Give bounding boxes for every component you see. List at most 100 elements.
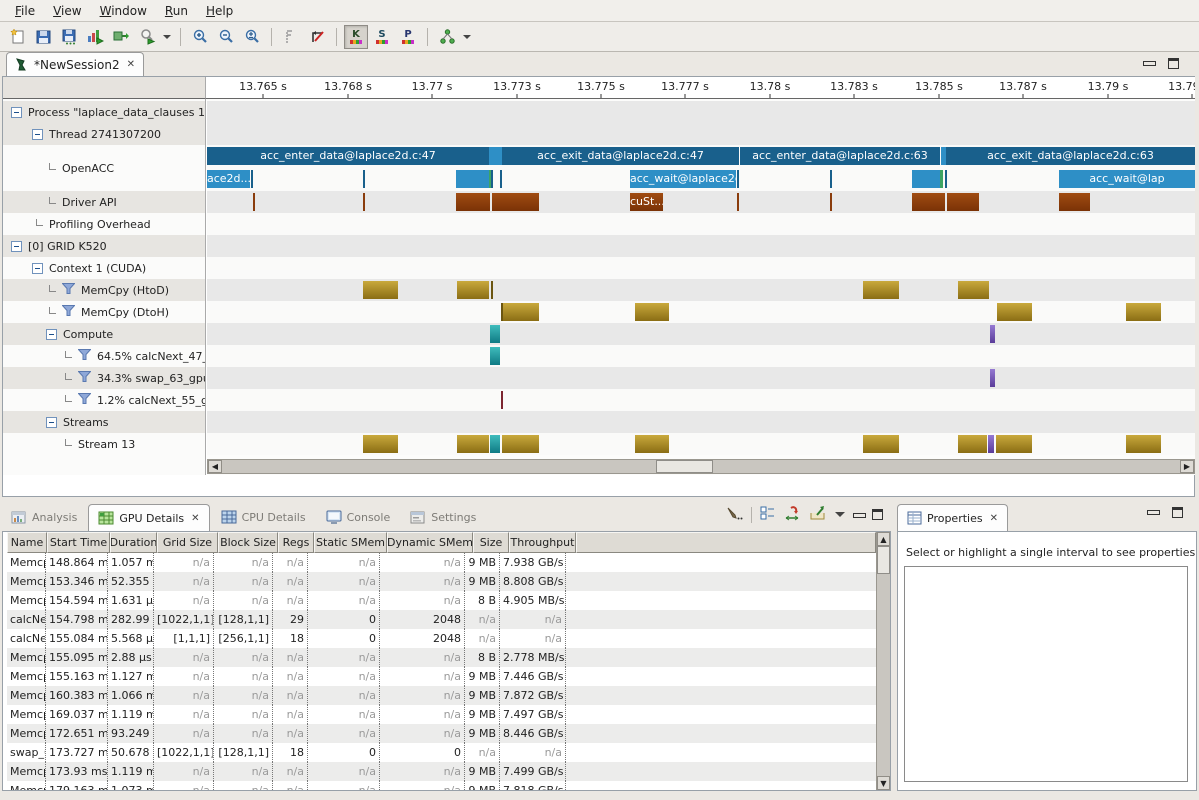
timeline-interval[interactable] <box>635 303 669 321</box>
collapse-icon[interactable] <box>11 107 22 118</box>
collapse-icon[interactable] <box>11 241 22 252</box>
menu-file[interactable]: File <box>6 2 44 20</box>
minimize-details-icon[interactable] <box>853 510 864 519</box>
table-row[interactable]: swap_6173.727 ms50.678 µs[1022,1,1][128,… <box>7 743 876 762</box>
timeline-interval[interactable] <box>990 325 995 343</box>
table-row[interactable]: Memcpy153.346 ms52.355 µsn/an/an/an/an/a… <box>7 572 876 591</box>
timeline-interval[interactable] <box>491 281 493 299</box>
timeline-hscrollbar[interactable]: ◀ ▶ <box>207 459 1195 474</box>
layout-icon[interactable] <box>760 505 776 524</box>
view-menu-caret-icon[interactable] <box>835 512 845 517</box>
timeline-interval[interactable] <box>830 193 832 211</box>
timeline-interval[interactable] <box>947 193 979 211</box>
timeline-interval[interactable] <box>737 193 739 211</box>
tree-row-openacc[interactable]: OpenACC <box>3 145 206 191</box>
tab-settings[interactable]: Settings <box>401 504 485 531</box>
table-row[interactable]: Memcpy179.163 ms1.073 msn/an/an/an/an/a9… <box>7 781 876 790</box>
timeline-interval[interactable] <box>912 193 945 211</box>
process-view-button[interactable]: P <box>396 25 420 49</box>
timeline-interval[interactable] <box>945 170 947 188</box>
timeline-interval[interactable] <box>491 170 493 188</box>
tree-row-compute[interactable]: Compute <box>3 323 206 345</box>
scroll-down-arrow[interactable]: ▼ <box>877 776 890 790</box>
timeline-interval[interactable] <box>635 435 669 453</box>
timeline-interval[interactable] <box>912 170 940 188</box>
tree-row-grid-k520[interactable]: [0] GRID K520 <box>3 235 206 257</box>
timeline-interval[interactable] <box>251 170 253 188</box>
filter-icon[interactable] <box>78 393 91 407</box>
timeline-interval[interactable] <box>490 435 500 453</box>
export-icon[interactable] <box>809 505 827 524</box>
timeline-interval[interactable] <box>958 435 987 453</box>
timeline-interval[interactable]: acc_wait@lap <box>1059 170 1195 188</box>
menu-view[interactable]: View <box>44 2 90 20</box>
timeline-canvas[interactable]: acc_enter_data@laplace2d.c:47acc_exit_da… <box>207 99 1195 475</box>
table-row[interactable]: Memcpy172.651 ms93.249 µsn/an/an/an/an/a… <box>7 724 876 743</box>
timeline-interval[interactable] <box>490 325 500 343</box>
timeline-interval[interactable] <box>502 435 539 453</box>
timeline-interval[interactable] <box>958 281 989 299</box>
table-row[interactable]: Memcpy169.037 ms1.119 msn/an/an/an/an/a9… <box>7 705 876 724</box>
tree-row-kernel-calcnext-47[interactable]: 64.5% calcNext_47_... <box>3 345 206 367</box>
stream-view-button[interactable]: S <box>370 25 394 49</box>
timeline-interval[interactable]: ace2d.... <box>207 170 250 188</box>
close-properties-icon[interactable]: ✕ <box>990 513 998 524</box>
save-button[interactable] <box>31 25 55 49</box>
menu-run[interactable]: Run <box>156 2 197 20</box>
examine-caret[interactable] <box>163 35 171 39</box>
mark-button[interactable] <box>279 25 303 49</box>
table-row[interactable]: Memcpy154.594 ms1.631 µsn/an/an/an/an/a8… <box>7 591 876 610</box>
timeline-interval[interactable]: cuSt... <box>630 193 663 211</box>
timeline-interval[interactable] <box>830 170 832 188</box>
scroll-right-arrow[interactable]: ▶ <box>1180 460 1194 473</box>
scroll-up-arrow[interactable]: ▲ <box>877 532 890 546</box>
collapse-icon[interactable] <box>32 129 43 140</box>
pin-arrow-icon[interactable] <box>784 505 801 524</box>
timeline-interval[interactable] <box>1126 303 1161 321</box>
col-header-throughput[interactable]: Throughput <box>509 532 576 553</box>
maximize-properties-icon[interactable] <box>1172 507 1183 518</box>
timeline-interval[interactable] <box>996 435 1032 453</box>
col-header-block-size[interactable]: Block Size <box>218 532 278 553</box>
col-header-grid-size[interactable]: Grid Size <box>157 532 218 553</box>
timeline-interval[interactable] <box>501 391 503 409</box>
minimize-timeline-icon[interactable] <box>1143 58 1154 67</box>
timeline-interval[interactable] <box>253 193 255 211</box>
pin-button[interactable] <box>305 25 329 49</box>
tree-row-kernel-calcnext-55[interactable]: 1.2% calcNext_55_g... <box>3 389 206 411</box>
timeline-interval[interactable] <box>988 435 994 453</box>
hscroll-thumb[interactable] <box>656 460 713 473</box>
timeline-interval[interactable] <box>363 435 398 453</box>
tab-gpu-details[interactable]: GPU Details✕ <box>88 504 209 531</box>
analysis-caret[interactable] <box>463 35 471 39</box>
filter-icon[interactable] <box>62 305 75 319</box>
minimize-properties-icon[interactable] <box>1147 507 1158 516</box>
table-row[interactable]: calcNext155.084 ms5.568 µs[1,1,1][256,1,… <box>7 629 876 648</box>
timeline-interval[interactable] <box>503 303 539 321</box>
tree-row-driver-api[interactable]: Driver API <box>3 191 206 213</box>
tree-row-kernel-swap-63[interactable]: 34.3% swap_63_gpu <box>3 367 206 389</box>
close-tab-icon[interactable]: ✕ <box>191 513 199 524</box>
kernel-view-button[interactable]: K <box>344 25 368 49</box>
filter-icon[interactable] <box>62 283 75 297</box>
rename-button[interactable] <box>109 25 133 49</box>
table-row[interactable]: Memcpy155.163 ms1.127 msn/an/an/an/an/a9… <box>7 667 876 686</box>
table-row[interactable]: Memcpy148.864 ms1.057 msn/an/an/an/an/a9… <box>7 553 876 572</box>
timeline-interval[interactable] <box>363 281 398 299</box>
tree-row-streams[interactable]: Streams <box>3 411 206 433</box>
col-header-name[interactable]: Name <box>7 532 47 553</box>
tree-row-process[interactable]: Process "laplace_data_clauses 10... <box>3 101 206 123</box>
vscroll-thumb[interactable] <box>877 546 890 574</box>
generate-timeline-button[interactable] <box>83 25 107 49</box>
timeline-interval[interactable]: acc_exit_data@laplace2d.c:47 <box>502 147 739 165</box>
timeline-interval[interactable] <box>456 170 489 188</box>
collapse-icon[interactable] <box>46 417 57 428</box>
tab-properties[interactable]: Properties ✕ <box>897 504 1008 531</box>
menu-help[interactable]: Help <box>197 2 242 20</box>
maximize-details-icon[interactable] <box>872 509 883 520</box>
collapse-icon[interactable] <box>46 329 57 340</box>
timeline-interval[interactable] <box>737 170 739 188</box>
timeline-interval[interactable] <box>863 281 899 299</box>
timeline-interval[interactable]: acc_wait@laplace2d.c... <box>630 170 736 188</box>
examine-button[interactable] <box>135 25 159 49</box>
